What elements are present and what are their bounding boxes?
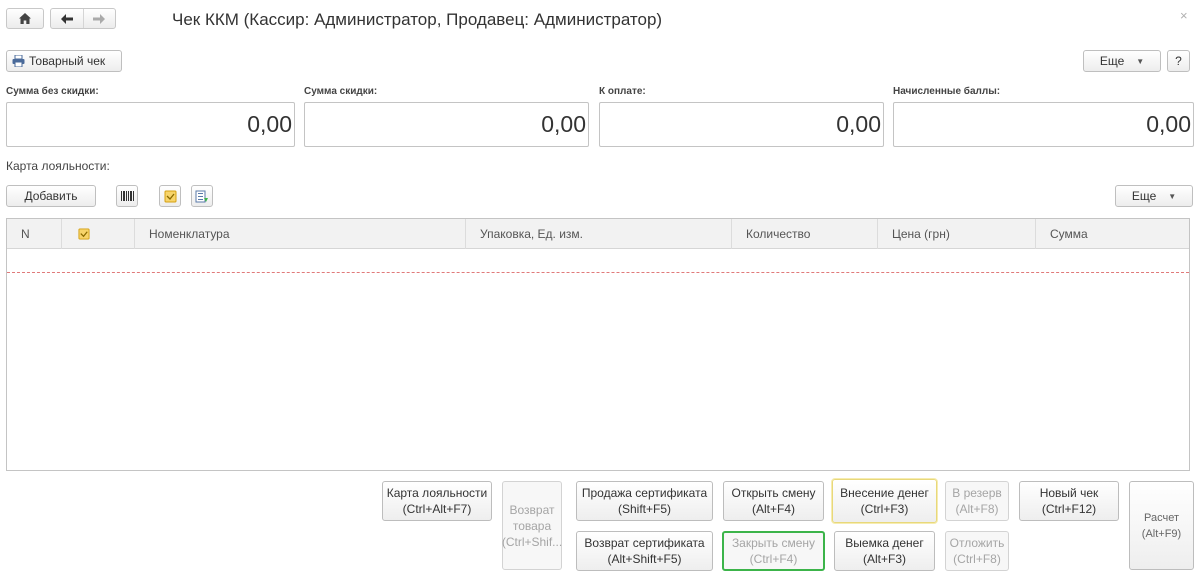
bonus-points-field: 0,00 [893, 102, 1194, 147]
close-shift-button[interactable]: Закрыть смену (Ctrl+F4) [722, 531, 825, 571]
chevron-down-icon: ▼ [1136, 56, 1145, 66]
receipt-button-label: Товарный чек [29, 54, 106, 68]
folder-icon [78, 228, 90, 240]
new-receipt-label: Новый чек [1039, 486, 1099, 500]
loyalty-card-button-label: Карта лояльности [386, 486, 488, 500]
return-goods-button[interactable]: Возврат товара (Ctrl+Shif... [502, 481, 562, 570]
items-table[interactable]: N Номенклатура Упаковка, Ед. изм. Количе… [6, 218, 1190, 471]
return-goods-label-2: товара [512, 518, 552, 533]
cash-in-button[interactable]: Внесение денег (Ctrl+F3) [832, 479, 937, 523]
to-pay-field: 0,00 [599, 102, 884, 147]
open-shift-button[interactable]: Открыть смену (Alt+F4) [723, 481, 824, 521]
table-header: N Номенклатура Упаковка, Ед. изм. Количе… [7, 219, 1189, 249]
payment-label: Расчет [1144, 511, 1179, 524]
loyalty-card-button[interactable]: Карта лояльности (Ctrl+Alt+F7) [382, 481, 492, 521]
back-button[interactable] [51, 9, 83, 28]
col-quantity[interactable]: Количество [732, 219, 878, 249]
more-label: Еще [1099, 54, 1125, 68]
help-button[interactable]: ? [1167, 50, 1190, 72]
discount-total-field: 0,00 [304, 102, 589, 147]
return-goods-label-1: Возврат [509, 502, 555, 517]
sell-certificate-label: Продажа сертификата [581, 486, 708, 500]
folder-icon [164, 190, 176, 202]
cash-in-shortcut: (Ctrl+F3) [860, 502, 909, 516]
arrow-left-icon [60, 13, 73, 24]
help-label: ? [1175, 54, 1182, 68]
loyalty-card-button-shortcut: (Ctrl+Alt+F7) [402, 502, 472, 516]
cash-out-button[interactable]: Выемка денег (Alt+F3) [834, 531, 935, 571]
return-certificate-label: Возврат сертификата [584, 536, 705, 550]
return-certificate-shortcut: (Alt+Shift+F5) [607, 552, 682, 566]
printer-icon [12, 55, 25, 67]
reserve-button[interactable]: В резерв (Alt+F8) [945, 481, 1009, 521]
total-no-discount-label: Сумма без скидки: [6, 86, 99, 97]
new-receipt-button[interactable]: Новый чек (Ctrl+F12) [1019, 481, 1119, 521]
fill-list-button[interactable] [191, 185, 213, 207]
col-number[interactable]: N [7, 219, 62, 249]
bonus-points-label: Начисленные баллы: [893, 86, 1001, 97]
col-sum[interactable]: Сумма [1036, 219, 1189, 249]
history-nav [50, 8, 116, 29]
sell-certificate-shortcut: (Shift+F5) [617, 502, 671, 516]
items-more-label: Еще [1131, 189, 1157, 203]
postpone-label: Отложить [949, 536, 1005, 550]
col-price[interactable]: Цена (грн) [878, 219, 1036, 249]
list-fill-icon [195, 190, 208, 202]
barcode-button[interactable] [116, 185, 138, 207]
new-receipt-shortcut: (Ctrl+F12) [1041, 502, 1097, 516]
return-certificate-button[interactable]: Возврат сертификата (Alt+Shift+F5) [576, 531, 713, 571]
pick-items-button[interactable] [159, 185, 181, 207]
postpone-button[interactable]: Отложить (Ctrl+F8) [945, 531, 1009, 571]
col-unit[interactable]: Упаковка, Ед. изм. [466, 219, 732, 249]
close-shift-shortcut: (Ctrl+F4) [749, 552, 798, 566]
items-more-menu-button[interactable]: Еще ▼ [1115, 185, 1193, 207]
cash-out-label: Выемка денег [845, 536, 924, 550]
loyalty-card-label: Карта лояльности: [6, 159, 110, 173]
total-no-discount-field: 0,00 [6, 102, 295, 147]
reserve-label: В резерв [952, 486, 1002, 500]
payment-button[interactable]: Расчет (Alt+F9) [1129, 481, 1194, 570]
arrow-right-icon [93, 13, 106, 24]
chevron-down-icon: ▼ [1168, 191, 1177, 201]
payment-shortcut: (Alt+F9) [1141, 527, 1182, 540]
to-pay-label: К оплате: [599, 86, 646, 97]
home-button[interactable] [6, 8, 44, 29]
close-icon[interactable]: × [1180, 8, 1188, 23]
col-marker[interactable] [62, 219, 135, 249]
discount-total-label: Сумма скидки: [304, 86, 378, 97]
table-empty-row-marker [7, 272, 1189, 273]
add-item-label: Добавить [24, 189, 78, 203]
return-goods-shortcut: (Ctrl+Shif... [501, 534, 563, 549]
forward-button[interactable] [82, 9, 115, 28]
reserve-shortcut: (Alt+F8) [955, 502, 999, 516]
col-nomenclature[interactable]: Номенклатура [135, 219, 466, 249]
window-title: Чек ККМ (Кассир: Администратор, Продавец… [172, 10, 663, 29]
barcode-icon [121, 191, 134, 201]
sell-certificate-button[interactable]: Продажа сертификата (Shift+F5) [576, 481, 713, 521]
close-shift-label: Закрыть смену [731, 536, 816, 550]
add-item-button[interactable]: Добавить [6, 185, 96, 207]
home-icon [19, 13, 31, 24]
cash-out-shortcut: (Alt+F3) [862, 552, 906, 566]
open-shift-shortcut: (Alt+F4) [751, 502, 795, 516]
open-shift-label: Открыть смену [731, 486, 816, 500]
receipt-button[interactable]: Товарный чек [6, 50, 122, 72]
more-menu-button[interactable]: Еще ▼ [1083, 50, 1161, 72]
cash-in-label: Внесение денег [840, 486, 929, 500]
postpone-shortcut: (Ctrl+F8) [953, 552, 1001, 566]
